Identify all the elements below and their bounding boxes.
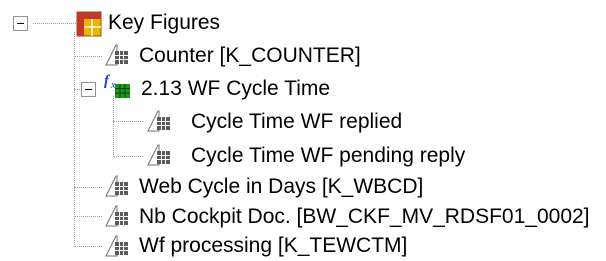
tree-connector-line: [113, 156, 143, 157]
tree-connector-line: [74, 246, 102, 247]
tree-connector-line: [113, 96, 114, 157]
key-figures-folder-icon: [76, 11, 102, 37]
key-figure-icon: [147, 144, 170, 166]
tree-connector-line: [74, 56, 102, 57]
collapse-toggle-key-figures[interactable]: [13, 16, 28, 31]
tree-node-label-wf-processing[interactable]: Wf processing [K_TEWCTM]: [139, 232, 407, 260]
tree-connector-line: [74, 32, 75, 247]
tree-node-label-counter[interactable]: Counter [K_COUNTER]: [139, 42, 361, 70]
tree-connector-line: [74, 89, 80, 90]
tree-node-label-cycle-time-wf-replied[interactable]: Cycle Time WF replied: [191, 108, 402, 136]
tree-connector-line: [113, 121, 143, 122]
tree-node-label-wf-cycle-time[interactable]: 2.13 WF Cycle Time: [141, 75, 330, 103]
key-figure-icon: [105, 235, 128, 257]
key-figure-icon: [105, 175, 128, 197]
key-figures-tree: Key Figures Counter [K_COUNTER] f x 2.13…: [0, 0, 606, 261]
collapse-toggle-wf-cycle-time[interactable]: [81, 82, 96, 97]
key-figure-icon: [105, 205, 128, 227]
tree-node-label-web-cycle-in-days[interactable]: Web Cycle in Days [K_WBCD]: [139, 173, 423, 201]
key-figure-icon: [105, 44, 128, 66]
tree-connector-line: [74, 216, 102, 217]
tree-connector-line: [33, 23, 78, 24]
svg-text:f: f: [104, 73, 111, 89]
tree-node-label-cycle-time-wf-pending-reply[interactable]: Cycle Time WF pending reply: [191, 142, 465, 170]
formula-icon: f x: [104, 73, 130, 98]
key-figure-icon: [147, 110, 170, 132]
tree-node-label-nb-cockpit-doc[interactable]: Nb Cockpit Doc. [BW_CKF_MV_RDSF01_0002]: [139, 203, 590, 231]
tree-node-label-key-figures[interactable]: Key Figures: [108, 9, 220, 37]
tree-connector-line: [74, 187, 102, 188]
